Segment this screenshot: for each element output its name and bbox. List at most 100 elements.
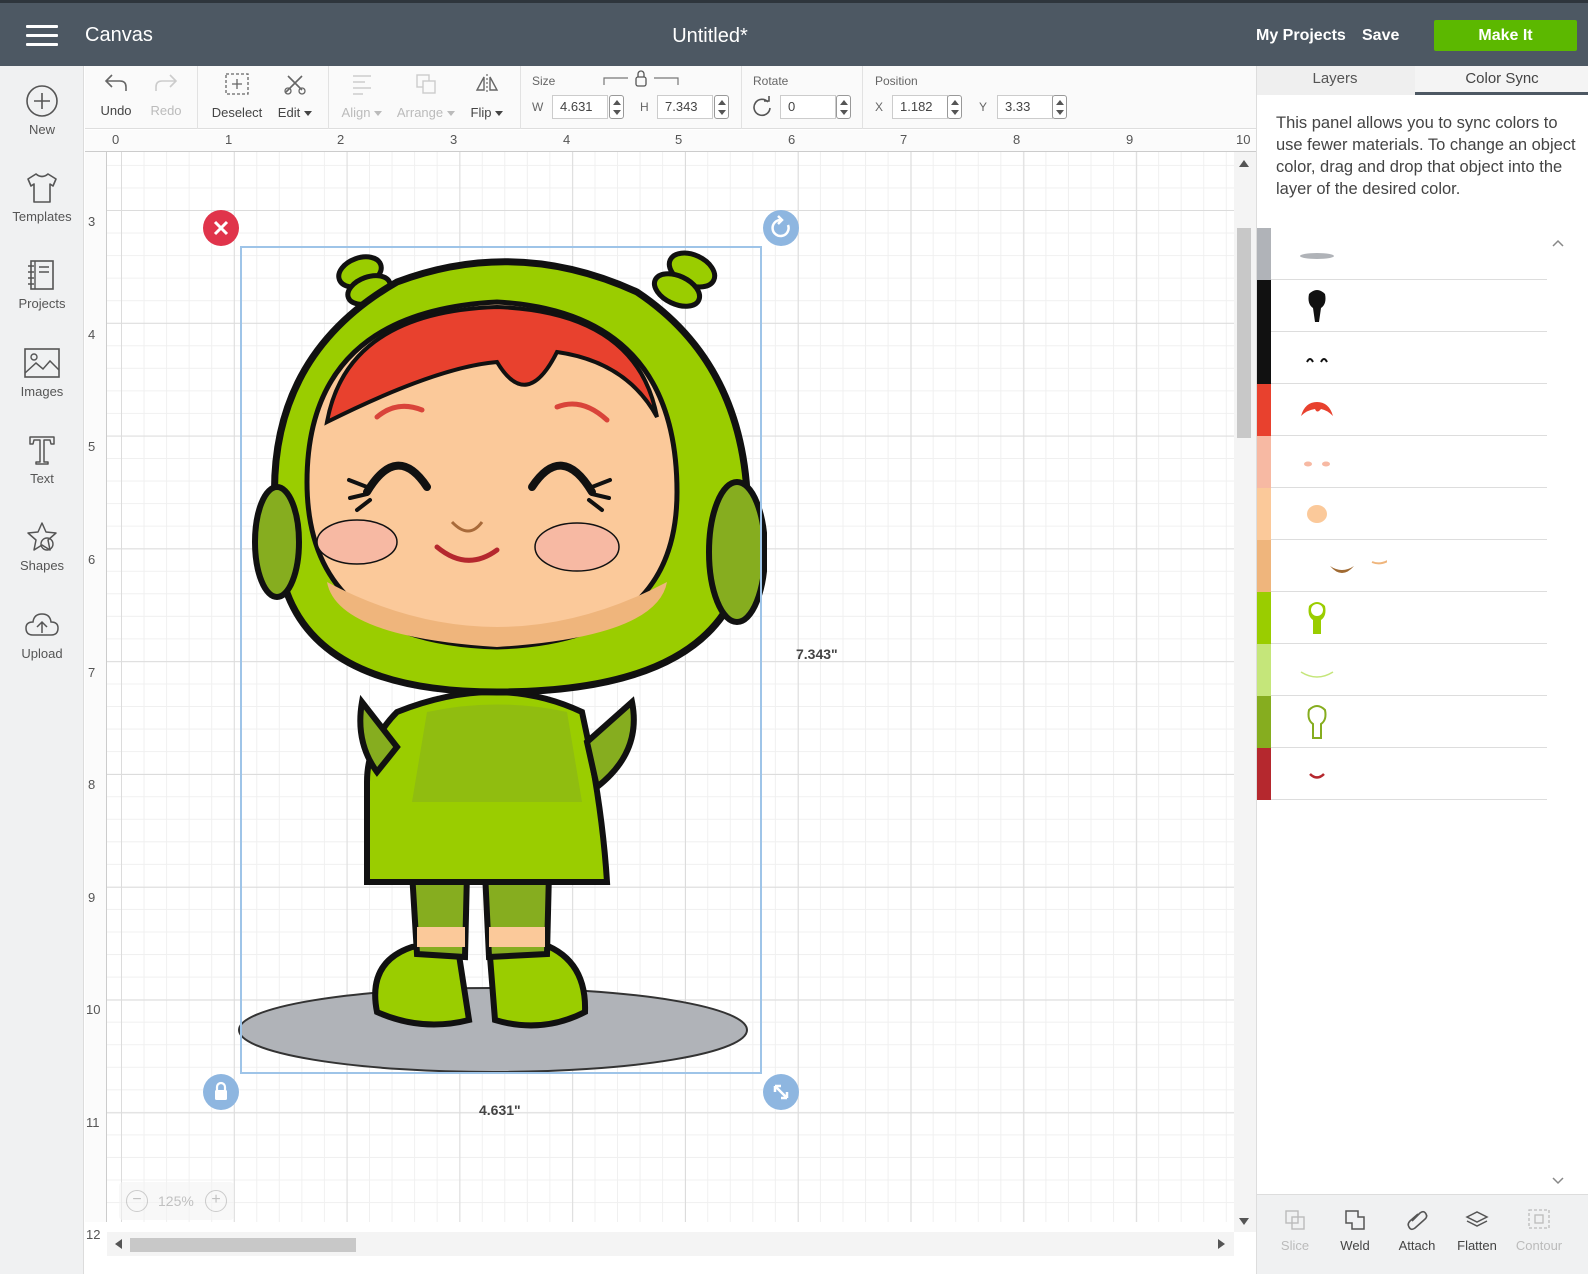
color-layer[interactable] — [1257, 280, 1547, 332]
ruler-number: 2 — [337, 132, 345, 147]
horizontal-scroll-thumb[interactable] — [130, 1238, 356, 1252]
zoom-in-button[interactable]: + — [205, 1190, 227, 1212]
sidebar-item-templates[interactable]: Templates — [0, 171, 84, 259]
redo-button[interactable]: Redo — [147, 72, 185, 118]
ruler-number: 4 — [563, 132, 571, 147]
rotate-input[interactable]: 0 — [780, 95, 836, 119]
color-layer[interactable] — [1257, 540, 1547, 592]
color-layer[interactable] — [1257, 644, 1547, 696]
right-panel: Layers Color Sync This panel allows you … — [1256, 66, 1588, 1274]
my-projects-link[interactable]: My Projects — [1256, 27, 1346, 45]
attach-label: Attach — [1398, 1238, 1436, 1253]
sidebar-item-shapes[interactable]: Shapes — [0, 520, 84, 608]
color-layer[interactable] — [1257, 384, 1547, 436]
redo-label: Redo — [150, 103, 182, 118]
lock-handle[interactable] — [203, 1074, 239, 1110]
rotate-stepper[interactable] — [836, 95, 851, 119]
redo-icon — [155, 74, 178, 91]
sidebar-item-label: Text — [30, 471, 54, 486]
chevron-down-icon — [304, 111, 313, 117]
color-layer[interactable] — [1257, 696, 1547, 748]
color-layer[interactable] — [1257, 332, 1547, 384]
weld-button[interactable]: Weld — [1325, 1207, 1385, 1253]
sidebar-item-new[interactable]: New — [0, 84, 84, 172]
color-swatch — [1257, 332, 1271, 384]
scroll-up-icon[interactable] — [1239, 160, 1249, 167]
flip-dropdown[interactable]: Flip — [467, 72, 507, 120]
scroll-right-icon[interactable] — [1218, 1239, 1225, 1249]
height-stepper[interactable] — [714, 95, 729, 119]
chevron-down-icon — [495, 111, 504, 117]
hamburger-icon[interactable] — [26, 25, 58, 47]
color-layer[interactable] — [1257, 228, 1547, 280]
color-swatch — [1257, 592, 1271, 644]
ruler-number: 9 — [88, 890, 96, 905]
scroll-down-icon[interactable] — [1239, 1218, 1249, 1225]
rotate-handle[interactable] — [763, 210, 799, 246]
width-stepper[interactable] — [609, 95, 624, 119]
flatten-button[interactable]: Flatten — [1447, 1207, 1507, 1253]
lock-aspect-icon[interactable] — [601, 69, 681, 89]
vertical-scroll-thumb[interactable] — [1237, 228, 1251, 438]
make-it-button[interactable]: Make It — [1434, 20, 1577, 51]
color-swatch — [1257, 384, 1271, 436]
edit-dropdown[interactable]: Edit — [273, 72, 317, 120]
save-button[interactable]: Save — [1362, 27, 1399, 45]
y-position-input[interactable]: 3.33 — [997, 95, 1053, 119]
ruler-number: 6 — [88, 552, 96, 567]
zoom-out-button[interactable]: − — [126, 1190, 148, 1212]
ruler-number: 0 — [112, 132, 120, 147]
tab-color-sync[interactable]: Color Sync — [1415, 66, 1588, 95]
hair-thumbnail — [1301, 402, 1333, 416]
horizontal-scrollbar[interactable] — [107, 1232, 1234, 1256]
align-dropdown[interactable]: Align — [339, 72, 385, 120]
color-layer[interactable] — [1257, 488, 1547, 540]
tab-layers[interactable]: Layers — [1257, 66, 1413, 95]
contour-button[interactable]: Contour — [1509, 1207, 1569, 1253]
lock-icon — [215, 1081, 227, 1100]
undo-icon — [104, 74, 127, 91]
attach-button[interactable]: Attach — [1387, 1207, 1447, 1253]
flatten-label: Flatten — [1457, 1238, 1497, 1253]
y-position-stepper[interactable] — [1052, 95, 1067, 119]
resize-handle[interactable] — [763, 1074, 799, 1110]
ruler-number: 7 — [88, 665, 96, 680]
color-layer[interactable] — [1257, 592, 1547, 644]
design-canvas[interactable]: 7.343" 4.631" − 125% + — [107, 152, 1234, 1222]
color-layer[interactable] — [1257, 748, 1547, 800]
sidebar-item-projects[interactable]: Projects — [0, 258, 84, 346]
x-position-stepper[interactable] — [947, 95, 962, 119]
slice-button[interactable]: Slice — [1265, 1207, 1325, 1253]
arrange-dropdown[interactable]: Arrange — [395, 72, 457, 120]
color-swatch — [1257, 228, 1271, 280]
edit-text: Edit — [277, 105, 301, 120]
color-layer[interactable] — [1257, 436, 1547, 488]
ruler-number: 8 — [1013, 132, 1021, 147]
face-shading-thumbnail — [1330, 560, 1387, 573]
sidebar-item-label: Shapes — [19, 558, 65, 573]
undo-button[interactable]: Undo — [97, 72, 135, 118]
deselect-button[interactable]: Deselect — [209, 72, 265, 120]
x-position-input[interactable]: 1.182 — [892, 95, 948, 119]
selection-box[interactable] — [240, 246, 762, 1074]
sidebar-item-upload[interactable]: Upload — [0, 608, 84, 696]
height-label: H — [640, 100, 649, 114]
suit-highlight-thumbnail — [1300, 671, 1334, 678]
cheeks-thumbnail — [1304, 461, 1330, 467]
vertical-scrollbar[interactable] — [1234, 152, 1256, 1232]
scroll-left-icon[interactable] — [115, 1239, 122, 1249]
panel-scroll-up-icon[interactable] — [1551, 238, 1565, 248]
height-input[interactable]: 7.343 — [657, 95, 713, 119]
resize-icon — [773, 1084, 789, 1100]
deselect-icon — [225, 73, 249, 95]
ruler-number: 5 — [88, 439, 96, 454]
width-input[interactable]: 4.631 — [552, 95, 608, 119]
vertical-ruler: 3 4 5 6 7 8 9 10 11 12 — [85, 152, 107, 1242]
document-title[interactable]: Untitled* — [620, 25, 800, 48]
sidebar-item-images[interactable]: Images — [0, 346, 84, 434]
sidebar-item-text[interactable]: Text — [0, 433, 84, 521]
left-sidebar: New Templates Projects Images Text Shape… — [0, 66, 84, 1274]
delete-handle[interactable] — [203, 210, 239, 246]
ruler-number: 4 — [88, 327, 96, 342]
panel-scroll-down-icon[interactable] — [1551, 1176, 1565, 1186]
